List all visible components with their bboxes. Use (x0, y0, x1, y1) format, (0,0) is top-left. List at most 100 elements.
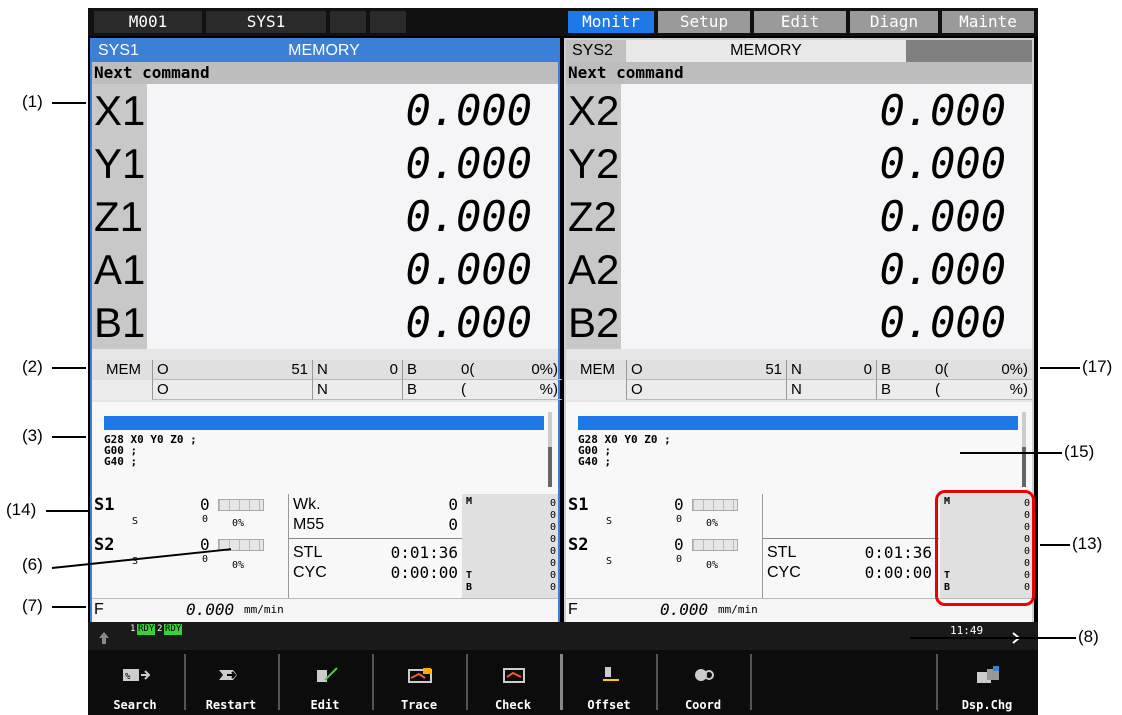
svg-text:%: % (125, 672, 131, 682)
b-label: B (881, 361, 892, 378)
edit-icon (317, 667, 338, 682)
timer-info-box: STL 0:01:36 CYC 0:00:00 (762, 494, 939, 598)
b-percent: %) (1009, 381, 1028, 398)
search-icon: % (123, 669, 151, 682)
feed-value: 0.000 (660, 600, 709, 619)
axis-row: Y1 0.000 (92, 137, 558, 190)
n-label: N (317, 361, 328, 378)
axis-name: A2 (566, 243, 621, 296)
axis-name: Y1 (92, 137, 147, 190)
rdy2-number: 2 (157, 624, 163, 634)
s1-s-value: 0 (202, 514, 209, 525)
offset-key[interactable]: Offset (562, 650, 656, 715)
display-change-icon (977, 666, 999, 683)
cyc-value: 0:00:00 (390, 563, 458, 582)
cyc-label: CYC (293, 564, 327, 581)
b-code-value: 0 (549, 582, 556, 593)
program-display[interactable]: G28 X0 Y0 Z0 ; G00 ; G40 ; (566, 402, 1032, 494)
callout-arrow (910, 637, 1076, 639)
n-value: 0 (863, 361, 872, 378)
edit-key[interactable]: Edit (278, 650, 372, 715)
nc-screen: M001 SYS1 Monitr Setup Edit Diagn Mainte… (88, 8, 1038, 715)
n-value: 0 (389, 361, 398, 378)
machine-name: M001 (94, 11, 202, 33)
scrollbar-thumb[interactable] (548, 447, 552, 487)
b-percent: 0%) (1001, 361, 1028, 378)
check-key[interactable]: Check (466, 650, 560, 715)
display-change-label: Dsp.Chg (961, 698, 1013, 712)
tab-edit[interactable]: Edit (754, 11, 846, 33)
callout-arrow (52, 102, 86, 104)
s1-s-label: S (606, 516, 613, 527)
s2-s-value: 0 (202, 554, 209, 565)
program-display[interactable]: G28 X0 Y0 Z0 ; G00 ; G40 ; (92, 402, 558, 494)
up-arrow-icon[interactable] (96, 630, 112, 646)
m-code-value: 0 (549, 498, 556, 509)
s2-label: S2 (94, 535, 115, 555)
axis-value: 0.000 (879, 86, 1006, 135)
trace-icon (408, 668, 432, 683)
tab-mainte[interactable]: Mainte (942, 11, 1034, 33)
axis-value: 0.000 (405, 86, 532, 135)
stl-value: 0:01:36 (864, 543, 932, 562)
axis-name: X2 (566, 84, 621, 137)
next-command-title: Next command (92, 62, 558, 84)
restart-icon (219, 670, 237, 680)
b-percent: 0%) (531, 361, 558, 378)
b-code-label: B (466, 582, 473, 593)
current-block-highlight (578, 416, 1018, 430)
stl-label: STL (293, 544, 323, 561)
o-value: 51 (291, 361, 308, 378)
restart-key[interactable]: Restart (184, 650, 278, 715)
tab-diagn[interactable]: Diagn (850, 11, 938, 33)
mem-mode: MEM (580, 361, 615, 378)
operation-mode: MEMORY (254, 40, 394, 62)
work-info-box: Wk. 0 M55 0 STL 0:01:36 CYC 0:00:00 (288, 494, 465, 598)
t-code-label: T (466, 570, 473, 581)
axis-value: 0.000 (405, 192, 532, 241)
display-change-key[interactable]: Dsp.Chg (940, 650, 1034, 715)
callout-8: (8) (1078, 627, 1099, 646)
mem-row-1: MEM O 51 N 0 B 0(0%) (566, 360, 1032, 380)
trace-key[interactable]: Trace (372, 650, 466, 715)
axis-row: A2 0.000 (566, 243, 1032, 296)
s1-s-label: S (132, 516, 139, 527)
feed-label: F (568, 601, 578, 618)
axis-value: 0.000 (879, 139, 1006, 188)
callout-6: (6) (22, 555, 43, 574)
s2-s-label: S (606, 556, 613, 567)
spindle-info-area: S1 0 S 0 0% S2 0 S 0 0% Wk. 0 M55 0 STL … (92, 494, 558, 624)
callout-1: (1) (22, 92, 43, 111)
b-percent: %) (539, 381, 558, 398)
m55-label: M55 (293, 516, 325, 533)
rdy1-number: 1 (130, 624, 136, 634)
axis-name: Z2 (566, 190, 621, 243)
axis-name: A1 (92, 243, 147, 296)
axis-row: A1 0.000 (92, 243, 558, 296)
tab-monitor[interactable]: Monitr (568, 11, 654, 33)
axis-name: X1 (92, 84, 147, 137)
callout-15: (15) (1064, 442, 1095, 461)
axis-row: X1 0.000 (92, 84, 558, 137)
s1-percent: 0% (232, 518, 245, 529)
m-code-value: 0 (549, 522, 556, 533)
search-key[interactable]: % Search (88, 650, 182, 715)
current-block-highlight (104, 416, 544, 430)
tab-setup[interactable]: Setup (658, 11, 750, 33)
callout-arrow (960, 452, 1062, 454)
s1-value: 0 (674, 495, 684, 514)
mem-mode: MEM (106, 361, 141, 378)
s1-label: S1 (94, 495, 115, 515)
s2-percent: 0% (232, 560, 245, 571)
coord-key[interactable]: Coord (656, 650, 750, 715)
system-1-panel[interactable]: SYS1 MEMORY Next command X1 0.000 Y1 0.0… (90, 38, 562, 624)
offset-label: Offset (587, 698, 631, 712)
mem-row-2: O N B (%) (92, 380, 562, 400)
next-command-title: Next command (566, 62, 1032, 84)
callout-arrow (1040, 544, 1070, 546)
callout-7: (7) (22, 596, 43, 615)
mtb-code-column: M 0 0 0 0 0 0 T 0 B 0 (462, 494, 558, 598)
cyc-label: CYC (767, 564, 801, 581)
feed-label: F (94, 601, 104, 618)
axis-value: 0.000 (879, 192, 1006, 241)
